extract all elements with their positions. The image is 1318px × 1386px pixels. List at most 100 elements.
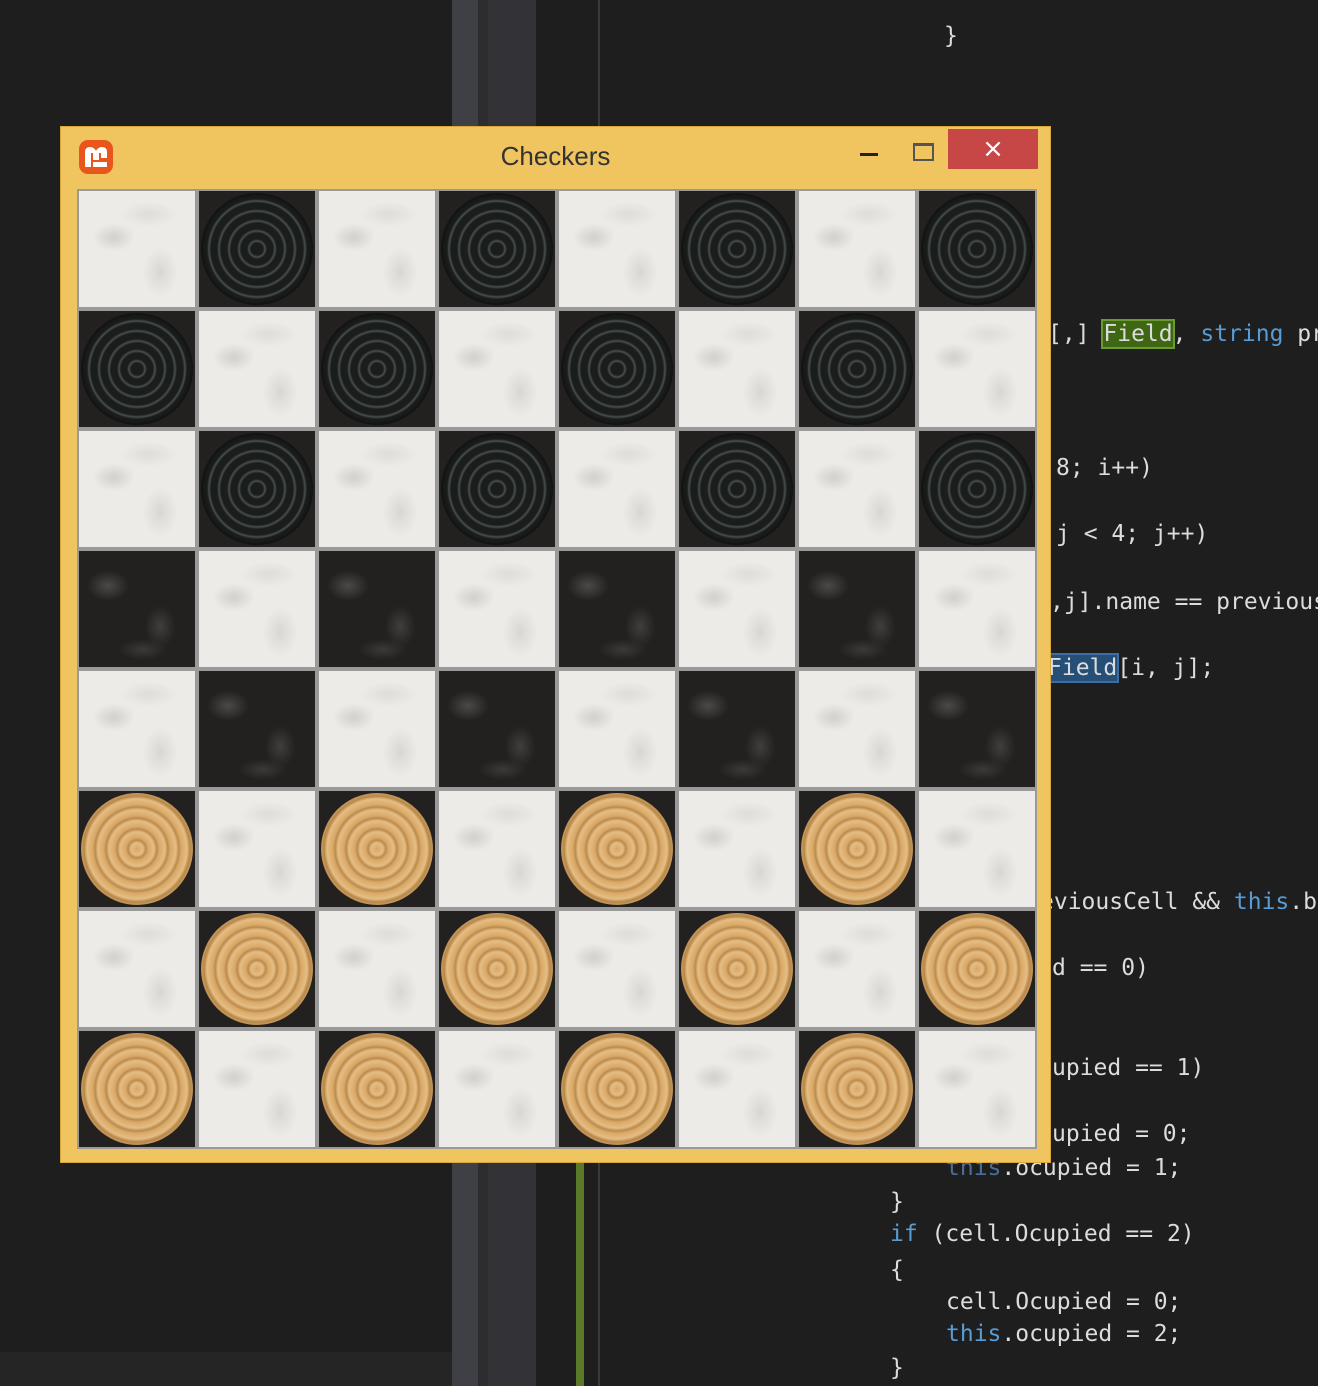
board-cell[interactable] [199, 671, 315, 787]
black-checker-piece[interactable] [681, 193, 793, 305]
black-checker-piece[interactable] [921, 433, 1033, 545]
board-cell[interactable] [319, 791, 435, 907]
board-cell[interactable] [799, 911, 915, 1027]
code-token: .b [1289, 889, 1317, 915]
board-cell[interactable] [439, 911, 555, 1027]
board-cell[interactable] [319, 551, 435, 667]
board-cell[interactable] [679, 431, 795, 547]
white-checker-piece[interactable] [561, 793, 673, 905]
board-cell[interactable] [79, 791, 195, 907]
black-checker-piece[interactable] [561, 313, 673, 425]
board-cell[interactable] [199, 191, 315, 307]
board-cell[interactable] [799, 791, 915, 907]
board-cell[interactable] [79, 911, 195, 1027]
white-checker-piece[interactable] [201, 913, 313, 1025]
board-cell[interactable] [919, 311, 1035, 427]
board-cell[interactable] [919, 671, 1035, 787]
board-cell[interactable] [559, 911, 675, 1027]
board-cell[interactable] [79, 1031, 195, 1147]
board-cell[interactable] [79, 671, 195, 787]
board-cell[interactable] [559, 791, 675, 907]
black-checker-piece[interactable] [801, 313, 913, 425]
board-cell[interactable] [919, 911, 1035, 1027]
white-checker-piece[interactable] [81, 793, 193, 905]
board-cell[interactable] [679, 191, 795, 307]
board-cell[interactable] [919, 191, 1035, 307]
board-cell[interactable] [559, 1031, 675, 1147]
board-cell[interactable] [679, 671, 795, 787]
white-checker-piece[interactable] [681, 913, 793, 1025]
black-checker-piece[interactable] [321, 313, 433, 425]
board-cell[interactable] [679, 551, 795, 667]
board-cell[interactable] [319, 1031, 435, 1147]
board-cell[interactable] [679, 311, 795, 427]
board-cell[interactable] [199, 311, 315, 427]
black-checker-piece[interactable] [681, 433, 793, 545]
board-cell[interactable] [679, 791, 795, 907]
board-cell[interactable] [799, 551, 915, 667]
black-checker-piece[interactable] [441, 193, 553, 305]
board-cell[interactable] [439, 671, 555, 787]
white-checker-piece[interactable] [321, 1033, 433, 1145]
code-line: Field[i, j]; [1045, 653, 1214, 683]
board-cell[interactable] [559, 551, 675, 667]
code-token: string [1200, 321, 1284, 347]
board-cell[interactable] [919, 1031, 1035, 1147]
board-cell[interactable] [799, 431, 915, 547]
board-cell[interactable] [919, 791, 1035, 907]
black-checker-piece[interactable] [81, 313, 193, 425]
minimize-button[interactable] [851, 135, 887, 169]
board-cell[interactable] [319, 911, 435, 1027]
board-cell[interactable] [439, 791, 555, 907]
board-cell[interactable] [319, 671, 435, 787]
white-checker-piece[interactable] [561, 1033, 673, 1145]
close-button[interactable]: × [948, 129, 1038, 169]
black-checker-piece[interactable] [441, 433, 553, 545]
board-cell[interactable] [439, 1031, 555, 1147]
board-cell[interactable] [799, 311, 915, 427]
black-checker-piece[interactable] [201, 193, 313, 305]
board-cell[interactable] [439, 191, 555, 307]
white-checker-piece[interactable] [801, 793, 913, 905]
board-cell[interactable] [679, 911, 795, 1027]
board-cell[interactable] [439, 311, 555, 427]
board-cell[interactable] [919, 551, 1035, 667]
board-cell[interactable] [559, 431, 675, 547]
code-token: ,j].name == previous [1050, 589, 1318, 615]
board-cell[interactable] [679, 1031, 795, 1147]
black-checker-piece[interactable] [921, 193, 1033, 305]
board-cell[interactable] [799, 671, 915, 787]
white-checker-piece[interactable] [81, 1033, 193, 1145]
maximize-button[interactable] [903, 135, 943, 169]
black-checker-piece[interactable] [201, 433, 313, 545]
board-cell[interactable] [559, 191, 675, 307]
board-cell[interactable] [919, 431, 1035, 547]
board-cell[interactable] [799, 1031, 915, 1147]
code-line: { [890, 1256, 904, 1284]
checkers-board[interactable] [77, 189, 1037, 1149]
board-cell[interactable] [79, 311, 195, 427]
white-checker-piece[interactable] [801, 1033, 913, 1145]
board-cell[interactable] [559, 311, 675, 427]
board-cell[interactable] [799, 191, 915, 307]
horizontal-scrollbar[interactable] [0, 1352, 452, 1386]
board-cell[interactable] [199, 1031, 315, 1147]
board-cell[interactable] [439, 431, 555, 547]
board-cell[interactable] [199, 911, 315, 1027]
code-token: pr [1297, 321, 1318, 347]
board-cell[interactable] [319, 311, 435, 427]
board-cell[interactable] [199, 431, 315, 547]
board-cell[interactable] [79, 551, 195, 667]
board-cell[interactable] [439, 551, 555, 667]
board-cell[interactable] [199, 551, 315, 667]
board-cell[interactable] [319, 431, 435, 547]
board-cell[interactable] [199, 791, 315, 907]
white-checker-piece[interactable] [921, 913, 1033, 1025]
board-cell[interactable] [559, 671, 675, 787]
white-checker-piece[interactable] [441, 913, 553, 1025]
white-checker-piece[interactable] [321, 793, 433, 905]
board-cell[interactable] [79, 431, 195, 547]
board-cell[interactable] [79, 191, 195, 307]
board-cell[interactable] [319, 191, 435, 307]
title-bar[interactable]: Checkers × [61, 127, 1050, 187]
